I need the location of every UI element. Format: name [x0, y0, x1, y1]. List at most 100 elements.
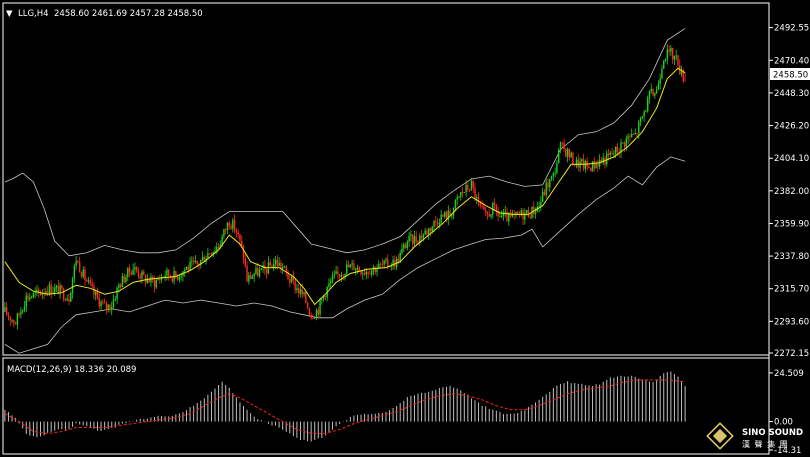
candle-body	[433, 221, 435, 227]
candle-body	[180, 275, 182, 278]
candle-body	[82, 269, 84, 277]
candle-body	[500, 215, 503, 217]
candle-body	[677, 55, 679, 66]
candle-body	[111, 307, 113, 310]
candle-body	[495, 204, 498, 211]
candle-body	[349, 264, 352, 268]
candle-body	[563, 142, 565, 149]
trading-chart[interactable]: 2492.55 2470.40 2448.30 2426.20 2404.10 2382.…	[0, 0, 810, 457]
candle-body	[314, 317, 316, 319]
candle-body	[9, 316, 11, 321]
candle-body	[4, 307, 6, 312]
candle-body	[127, 267, 129, 277]
candle-body	[363, 273, 366, 275]
candle-body	[550, 175, 553, 180]
candle-body	[415, 236, 417, 242]
candle-body	[239, 234, 241, 241]
candle-body	[620, 142, 622, 152]
candle-body	[192, 260, 195, 263]
candle-body	[330, 281, 332, 284]
candle-body	[379, 263, 382, 265]
candle-body	[290, 276, 293, 283]
candle-body	[557, 150, 560, 164]
candle-body	[281, 267, 284, 269]
candle-body	[125, 276, 127, 283]
candle-body	[367, 271, 369, 274]
candle-body	[356, 267, 359, 270]
candle-body	[114, 299, 116, 301]
candle-body	[25, 295, 27, 307]
candle-body	[581, 159, 583, 162]
candle-body	[301, 289, 303, 295]
candle-body	[636, 132, 638, 134]
candle-body	[467, 184, 469, 190]
candle-body	[458, 196, 460, 198]
candle-body	[102, 301, 104, 303]
candle-body	[680, 71, 683, 75]
candle-body	[294, 280, 296, 291]
symbol-label: LLG,H4	[18, 9, 49, 19]
candle-body	[337, 271, 339, 274]
price-tick-label: 2404.10	[774, 154, 809, 164]
candle-body	[310, 314, 312, 319]
candle-body	[461, 192, 464, 193]
candle-body	[353, 263, 355, 271]
candle-body	[641, 116, 644, 119]
candle-body	[100, 301, 102, 307]
candle-body	[109, 304, 111, 310]
price-tick-label: 2470.40	[774, 56, 809, 66]
candle-body	[346, 264, 348, 274]
candle-body	[574, 164, 576, 166]
candle-body	[55, 285, 58, 288]
candle-body	[64, 299, 67, 301]
candle-body	[588, 166, 590, 169]
candle-body	[283, 266, 286, 268]
candle-body	[68, 298, 70, 302]
candle-body	[297, 288, 300, 294]
candle-body	[408, 235, 410, 242]
candle-body	[191, 260, 193, 262]
candle-body	[194, 260, 197, 263]
candle-body	[638, 122, 640, 134]
candle-body	[257, 267, 259, 277]
candle-body	[107, 304, 109, 309]
candle-body	[499, 216, 501, 217]
candle-body	[14, 323, 17, 325]
candle-body	[70, 293, 72, 302]
candle-body	[123, 276, 125, 283]
candle-body	[130, 272, 133, 275]
candle-body	[358, 267, 360, 271]
candle-body	[29, 297, 31, 300]
candle-body	[673, 55, 676, 60]
candle-body	[663, 60, 665, 69]
candle-body	[671, 47, 674, 60]
candle-body	[96, 292, 99, 298]
candle-body	[78, 261, 81, 273]
candle-body	[440, 214, 442, 224]
candle-body	[335, 271, 337, 275]
candle-body	[613, 153, 615, 155]
candle-body	[661, 68, 663, 79]
candle-body	[472, 181, 474, 188]
candle-body	[258, 269, 261, 277]
candle-body	[98, 297, 100, 307]
candle-body	[137, 271, 140, 277]
candle-body	[593, 161, 595, 169]
candle-body	[351, 263, 353, 265]
price-tick-label: 2315.70	[774, 285, 809, 295]
candle-body	[431, 226, 433, 232]
candle-body	[645, 110, 647, 112]
price-tick-label: 2448.30	[774, 89, 809, 99]
candle-body	[595, 163, 597, 169]
candle-body	[570, 152, 572, 158]
candle-body	[178, 277, 181, 280]
candle-body	[435, 221, 437, 223]
candle-body	[54, 287, 56, 293]
candle-body	[639, 118, 642, 123]
candle-body	[606, 153, 608, 165]
candle-body	[260, 268, 263, 270]
candle-body	[354, 269, 357, 271]
collapse-arrow-icon[interactable]: ▼	[6, 9, 13, 19]
candle-body	[365, 271, 368, 275]
candle-body	[324, 295, 327, 297]
